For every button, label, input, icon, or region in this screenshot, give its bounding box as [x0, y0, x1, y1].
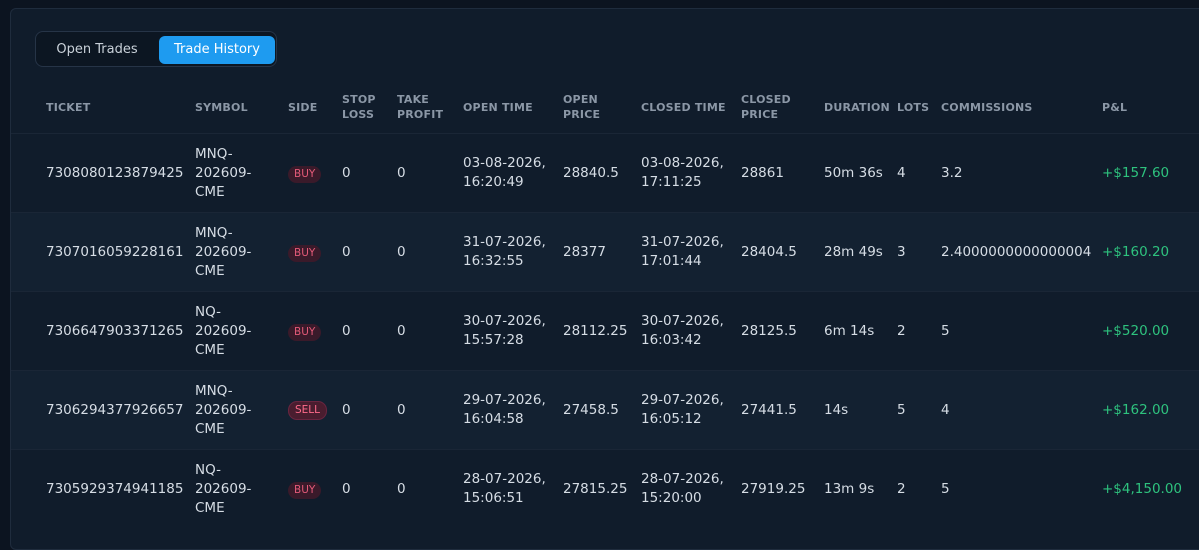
cell-lots: 3 [897, 212, 941, 292]
cell-take-profit: 0 [397, 449, 463, 528]
col-header-symbol: SYMBOL [195, 100, 248, 114]
cell-closed-time: 03-08-2026, 17:11:25 [641, 133, 741, 213]
trades-panel: Open Trades Trade History TICKET SYMBOL … [10, 8, 1199, 550]
cell-lots: 5 [897, 370, 941, 450]
cell-duration: 13m 9s [824, 449, 897, 528]
col-header-commissions: COMMISSIONS [941, 100, 1033, 114]
cell-take-profit: 0 [397, 291, 463, 371]
cell-ticket: 7308080123879425 [11, 133, 195, 213]
cell-open-time: 31-07-2026, 16:32:55 [463, 212, 563, 292]
cell-lots: 2 [897, 291, 941, 371]
cell-closed-price: 28861 [741, 133, 824, 213]
cell-commissions: 5 [941, 449, 1102, 528]
col-header-open-price: OPEN PRICE [563, 93, 601, 121]
cell-take-profit: 0 [397, 133, 463, 213]
cell-closed-price: 27441.5 [741, 370, 824, 450]
cell-ticket: 7307016059228161 [11, 212, 195, 292]
table-row[interactable]: 7306294377926657 MNQ- 202609- CME SELL 0 0 29-0… [11, 370, 1199, 450]
col-header-take-profit: TAKE PROFIT [397, 93, 444, 121]
cell-take-profit: 0 [397, 212, 463, 292]
cell-open-time: 30-07-2026, 15:57:28 [463, 291, 563, 371]
cell-symbol: NQ- 202609- CME [195, 449, 288, 528]
cell-closed-time: 28-07-2026, 15:20:00 [641, 449, 741, 528]
cell-ticket: 7305929374941185 [11, 449, 195, 528]
cell-closed-time: 31-07-2026, 17:01:44 [641, 212, 741, 292]
col-header-duration: DURATION [824, 100, 890, 114]
cell-symbol: MNQ- 202609- CME [195, 212, 288, 292]
cell-open-time: 29-07-2026, 16:04:58 [463, 370, 563, 450]
cell-stop-loss: 0 [342, 291, 397, 371]
col-header-ticket: TICKET [46, 100, 91, 114]
cell-side: BUY [288, 449, 342, 528]
side-badge: SELL [288, 401, 327, 420]
cell-open-price: 28112.25 [563, 291, 641, 371]
table-row[interactable]: 7308080123879425 MNQ- 202609- CME BUY 0 0 03-08… [11, 133, 1199, 213]
cell-pnl: +$520.00 [1102, 291, 1199, 371]
cell-pnl: +$160.20 [1102, 212, 1199, 292]
cell-side: BUY [288, 291, 342, 371]
cell-commissions: 2.4000000000000004 [941, 212, 1102, 292]
cell-lots: 2 [897, 449, 941, 528]
cell-commissions: 5 [941, 291, 1102, 371]
cell-stop-loss: 0 [342, 370, 397, 450]
cell-ticket: 7306647903371265 [11, 291, 195, 371]
table-header-row: TICKET SYMBOL SIDE STOP LOSS TAKE PROFIT O… [11, 81, 1199, 134]
trade-history-table: TICKET SYMBOL SIDE STOP LOSS TAKE PROFIT O… [11, 81, 1199, 528]
cell-open-price: 27458.5 [563, 370, 641, 450]
cell-closed-time: 30-07-2026, 16:03:42 [641, 291, 741, 371]
cell-open-price: 28840.5 [563, 133, 641, 213]
cell-pnl: +$4,150.00 [1102, 449, 1199, 528]
col-header-lots: LOTS [897, 100, 930, 114]
col-header-open-time: OPEN TIME [463, 100, 533, 114]
cell-side: BUY [288, 133, 342, 213]
cell-take-profit: 0 [397, 370, 463, 450]
cell-side: BUY [288, 212, 342, 292]
cell-commissions: 3.2 [941, 133, 1102, 213]
side-badge: BUY [288, 165, 322, 183]
cell-open-time: 28-07-2026, 15:06:51 [463, 449, 563, 528]
cell-commissions: 4 [941, 370, 1102, 450]
cell-duration: 50m 36s [824, 133, 897, 213]
tab-open-trades[interactable]: Open Trades [40, 36, 154, 64]
cell-duration: 6m 14s [824, 291, 897, 371]
cell-closed-time: 29-07-2026, 16:05:12 [641, 370, 741, 450]
cell-closed-price: 28125.5 [741, 291, 824, 371]
table-row[interactable]: 7307016059228161 MNQ- 202609- CME BUY 0 0 31-07… [11, 212, 1199, 292]
cell-pnl: +$162.00 [1102, 370, 1199, 450]
cell-symbol: MNQ- 202609- CME [195, 133, 288, 213]
table-row[interactable]: 7305929374941185 NQ- 202609- CME BUY 0 0 28-07-… [11, 449, 1199, 528]
side-badge: BUY [288, 481, 322, 499]
cell-ticket: 7306294377926657 [11, 370, 195, 450]
col-header-stop-loss: STOP LOSS [342, 93, 376, 121]
cell-stop-loss: 0 [342, 212, 397, 292]
tab-trade-history[interactable]: Trade History [159, 36, 275, 64]
col-header-side: SIDE [288, 100, 318, 114]
cell-stop-loss: 0 [342, 449, 397, 528]
cell-pnl: +$157.60 [1102, 133, 1199, 213]
col-header-pnl: P&L [1102, 100, 1128, 114]
cell-duration: 28m 49s [824, 212, 897, 292]
cell-side: SELL [288, 370, 342, 450]
cell-open-price: 27815.25 [563, 449, 641, 528]
col-header-closed-price: CLOSED PRICE [741, 93, 791, 121]
cell-duration: 14s [824, 370, 897, 450]
table-row[interactable]: 7306647903371265 NQ- 202609- CME BUY 0 0 30-07-… [11, 291, 1199, 371]
cell-symbol: MNQ- 202609- CME [195, 370, 288, 450]
cell-open-time: 03-08-2026, 16:20:49 [463, 133, 563, 213]
cell-symbol: NQ- 202609- CME [195, 291, 288, 371]
cell-closed-price: 27919.25 [741, 449, 824, 528]
tab-switcher: Open Trades Trade History [35, 31, 277, 67]
side-badge: BUY [288, 244, 322, 262]
col-header-closed-time: CLOSED TIME [641, 100, 726, 114]
cell-open-price: 28377 [563, 212, 641, 292]
cell-lots: 4 [897, 133, 941, 213]
side-badge: BUY [288, 323, 322, 341]
cell-closed-price: 28404.5 [741, 212, 824, 292]
cell-stop-loss: 0 [342, 133, 397, 213]
